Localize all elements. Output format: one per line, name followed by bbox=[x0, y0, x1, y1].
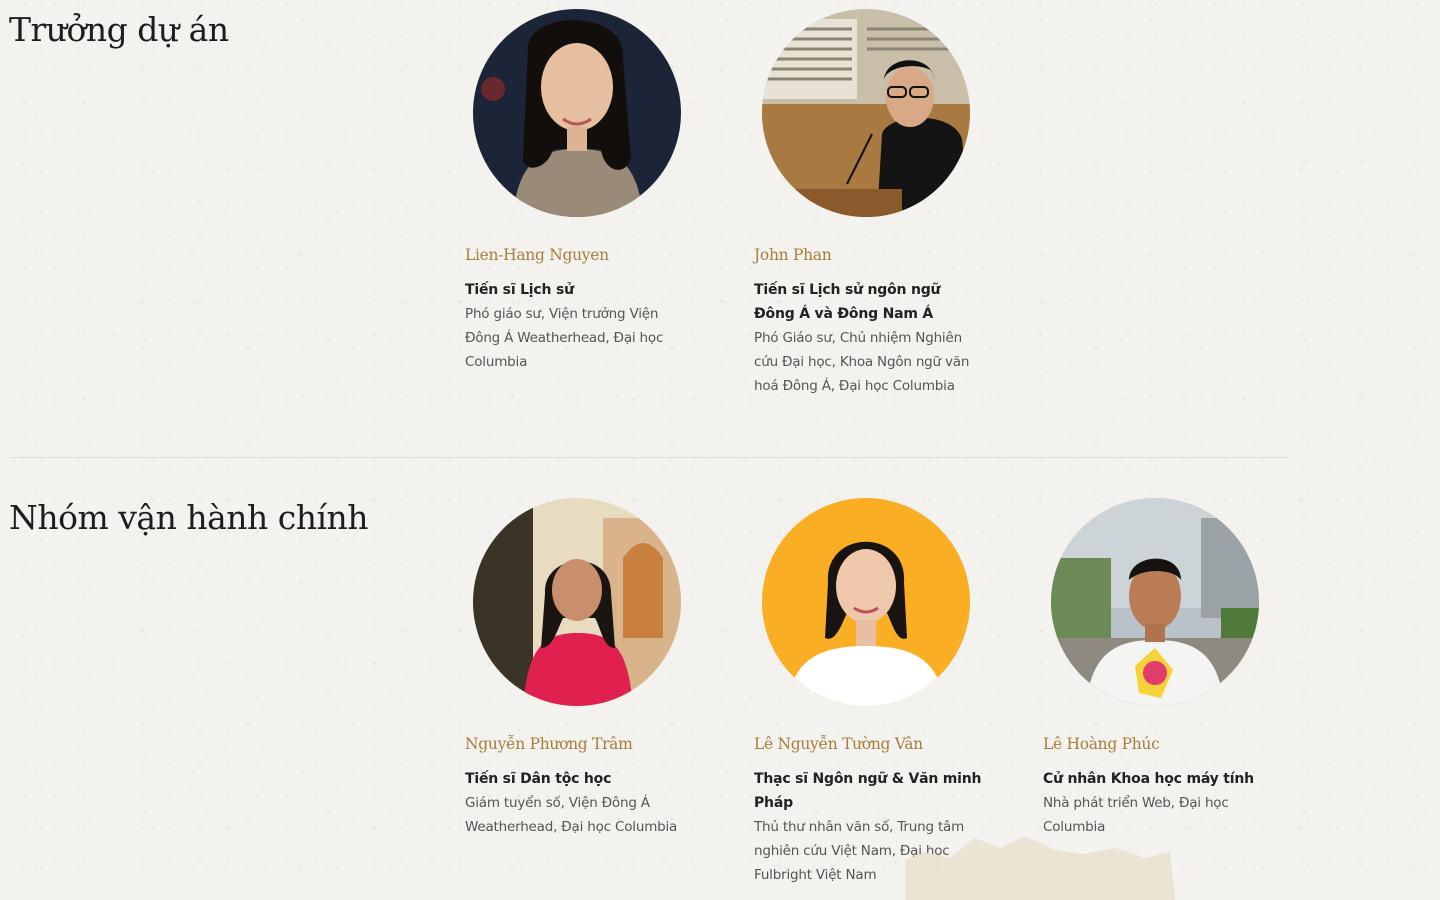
member-degree: Thạc sĩ Ngôn ngữ & Văn minh Pháp bbox=[754, 771, 982, 811]
member-name: Nguyễn Phương Trâm bbox=[465, 735, 633, 753]
member-degree: Cử nhân Khoa học máy tính bbox=[1043, 771, 1254, 787]
section-title-core-team: Nhóm vận hành chính bbox=[9, 498, 369, 537]
member-degree: Tiến sĩ Lịch sử ngôn ngữ Đông Á và Đông … bbox=[754, 282, 941, 322]
member-degree-block: Tiến sĩ Lịch sử Phó giáo sư, Viện trưởng… bbox=[465, 278, 695, 374]
member-photo bbox=[762, 9, 970, 217]
member-name: Lê Hoàng Phúc bbox=[1043, 735, 1160, 753]
member-degree-block: Cử nhân Khoa học máy tính Nhà phát triển… bbox=[1043, 767, 1273, 839]
member-photo bbox=[762, 498, 970, 706]
paper-texture bbox=[0, 0, 1440, 886]
member-name: Lien-Hang Nguyen bbox=[465, 246, 609, 264]
member-degree-block: Tiến sĩ Lịch sử ngôn ngữ Đông Á và Đông … bbox=[754, 278, 984, 398]
member-photo bbox=[1051, 498, 1259, 706]
member-degree: Tiến sĩ Dân tộc học bbox=[465, 771, 612, 787]
member-name: John Phan bbox=[754, 246, 832, 264]
member-degree: Tiến sĩ Lịch sử bbox=[465, 282, 574, 298]
member-role: Phó Giáo sư, Chủ nhiệm Nghiên cứu Đại họ… bbox=[754, 330, 970, 394]
member-photo bbox=[473, 9, 681, 217]
member-photo bbox=[473, 498, 681, 706]
section-title-project-leads: Trưởng dự án bbox=[9, 10, 229, 49]
member-role: Phó giáo sư, Viện trưởng Viện Đông Á Wea… bbox=[465, 306, 664, 370]
member-name: Lê Nguyễn Tường Vân bbox=[754, 735, 923, 753]
member-degree-block: Tiến sĩ Dân tộc học Giám tuyển số, Viện … bbox=[465, 767, 695, 839]
torn-paper-decoration bbox=[905, 836, 1175, 900]
member-role: Giám tuyển số, Viện Đông Á Weatherhead, … bbox=[465, 795, 678, 835]
section-divider bbox=[9, 457, 1290, 458]
